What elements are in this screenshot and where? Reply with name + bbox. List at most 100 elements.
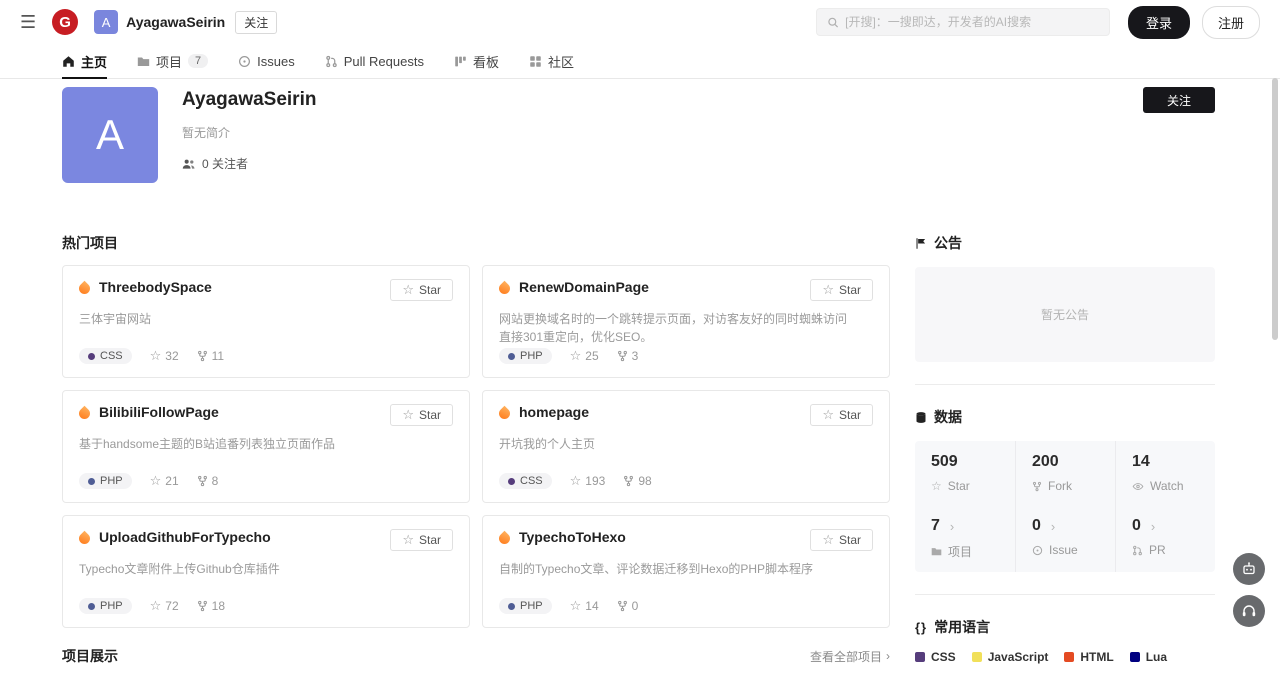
star-button[interactable]: ☆ Star: [390, 529, 453, 551]
service-robot-button[interactable]: [1233, 553, 1265, 585]
project-name[interactable]: BilibiliFollowPage: [99, 404, 219, 420]
star-count: ☆ 21: [150, 474, 179, 488]
star-button-label: Star: [839, 283, 861, 297]
tab-pull-requests[interactable]: Pull Requests: [325, 44, 424, 78]
search-box[interactable]: [816, 8, 1110, 36]
tab-home[interactable]: 主页: [62, 44, 107, 78]
star-icon: ☆: [150, 600, 162, 613]
language-name: CSS: [520, 475, 543, 487]
sidebar: 公告 暂无公告 数据 509 ☆ Star: [915, 233, 1215, 674]
hamburger-menu-icon[interactable]: ☰: [20, 13, 36, 31]
project-meta: CSS ☆ 193 98: [499, 473, 873, 489]
language-badge: PHP: [79, 473, 132, 489]
pull-request-icon: [1132, 545, 1143, 556]
star-icon: ☆: [822, 534, 834, 547]
stat-fork: 200 Fork: [1015, 441, 1115, 505]
project-description: 开坑我的个人主页: [499, 435, 858, 453]
chevron-right-icon: ›: [1051, 519, 1055, 534]
flag-icon: [915, 237, 927, 250]
project-name[interactable]: RenewDomainPage: [519, 279, 649, 295]
announcement-empty-text: 暂无公告: [1041, 306, 1089, 323]
language-item[interactable]: Lua: [1130, 650, 1167, 664]
project-card[interactable]: homepage ☆ Star 开坑我的个人主页 CSS ☆: [482, 390, 890, 503]
star-button[interactable]: ☆ Star: [810, 279, 873, 301]
project-description: 网站更换域名时的一个跳转提示页面，对访客友好的同时蜘蛛访问直接301重定向，优化…: [499, 310, 858, 346]
star-button[interactable]: ☆ Star: [390, 279, 453, 301]
folder-icon: [137, 55, 150, 68]
folder-icon: [931, 546, 942, 557]
flame-icon: [77, 281, 93, 297]
stat-value: 509: [931, 453, 1015, 471]
star-button[interactable]: ☆ Star: [810, 529, 873, 551]
fork-icon: [1032, 481, 1042, 492]
customer-service-button[interactable]: [1233, 595, 1265, 627]
tab-label: 看板: [473, 52, 499, 71]
star-button[interactable]: ☆ Star: [390, 404, 453, 426]
project-meta: CSS ☆ 32 11: [79, 348, 453, 364]
project-description: 自制的Typecho文章、评论数据迁移到Hexo的PHP脚本程序: [499, 560, 858, 578]
headset-icon: [1241, 603, 1257, 619]
language-item[interactable]: HTML: [1064, 650, 1113, 664]
project-description: 三体宇宙网站: [79, 310, 438, 328]
profile-bio: 暂无简介: [182, 124, 316, 141]
gitee-logo[interactable]: G: [52, 9, 78, 35]
project-meta: PHP ☆ 72 18: [79, 598, 453, 614]
language-color-dot: [1130, 652, 1140, 662]
project-name[interactable]: homepage: [519, 404, 589, 420]
project-meta: PHP ☆ 25 3: [499, 348, 873, 364]
search-icon: [827, 16, 839, 29]
language-name: PHP: [100, 475, 123, 487]
register-button[interactable]: 注册: [1202, 6, 1260, 39]
fork-count: 11: [197, 349, 224, 363]
view-all-projects-link[interactable]: 查看全部项目 ›: [810, 648, 890, 665]
project-name[interactable]: ThreebodySpace: [99, 279, 212, 295]
star-icon: ☆: [931, 480, 942, 492]
follow-button[interactable]: 关注: [1143, 87, 1215, 113]
tab-label: 主页: [81, 52, 107, 71]
stat-label: ☆ Star: [931, 479, 1015, 493]
tab-community[interactable]: 社区: [529, 44, 574, 78]
language-name: PHP: [100, 600, 123, 612]
project-name[interactable]: TypechoToHexo: [519, 529, 626, 545]
stat-projects-link[interactable]: 7 › 项目: [915, 505, 1015, 572]
star-count: ☆ 193: [570, 474, 606, 488]
language-dot: [88, 353, 95, 360]
fork-icon: [623, 475, 634, 487]
fork-icon: [617, 600, 628, 612]
fork-count: 3: [617, 349, 639, 363]
language-name: CSS: [100, 350, 123, 362]
flame-icon: [77, 406, 93, 422]
project-card[interactable]: UploadGithubForTypecho ☆ Star Typecho文章附…: [62, 515, 470, 628]
followers-icon: [182, 158, 196, 170]
project-card[interactable]: BilibiliFollowPage ☆ Star 基于handsome主题的B…: [62, 390, 470, 503]
user-avatar-small[interactable]: A: [94, 10, 118, 34]
project-card[interactable]: RenewDomainPage ☆ Star 网站更换域名时的一个跳转提示页面，…: [482, 265, 890, 378]
stat-issues-link[interactable]: 0 › Issue: [1015, 505, 1115, 572]
language-item[interactable]: CSS: [915, 650, 956, 664]
tab-projects[interactable]: 项目 7: [137, 44, 208, 78]
flame-icon: [497, 406, 513, 422]
followers-row[interactable]: 0 关注者: [182, 155, 316, 172]
tab-board[interactable]: 看板: [454, 44, 499, 78]
stat-pr-link[interactable]: 0 › PR: [1115, 505, 1215, 572]
hot-projects-title: 热门项目: [62, 233, 890, 253]
project-name[interactable]: UploadGithubForTypecho: [99, 529, 271, 545]
login-button[interactable]: 登录: [1128, 6, 1190, 39]
project-card[interactable]: TypechoToHexo ☆ Star 自制的Typecho文章、评论数据迁移…: [482, 515, 890, 628]
fork-count: 8: [197, 474, 219, 488]
star-button-label: Star: [419, 408, 441, 422]
star-button[interactable]: ☆ Star: [810, 404, 873, 426]
star-count: ☆ 25: [570, 349, 599, 363]
project-meta: PHP ☆ 14 0: [499, 598, 873, 614]
scrollbar[interactable]: [1272, 78, 1278, 340]
follow-button-small[interactable]: 关注: [235, 11, 277, 34]
pull-request-icon: [325, 55, 338, 68]
star-icon: ☆: [402, 534, 414, 547]
topbar-username[interactable]: AyagawaSeirin: [126, 14, 225, 30]
languages-title: {} 常用语言: [915, 617, 1215, 637]
project-card[interactable]: ThreebodySpace ☆ Star 三体宇宙网站 CSS: [62, 265, 470, 378]
star-icon: ☆: [570, 475, 582, 488]
tab-issues[interactable]: Issues: [238, 44, 295, 78]
language-item[interactable]: JavaScript: [972, 650, 1049, 664]
search-input[interactable]: [845, 15, 1099, 29]
